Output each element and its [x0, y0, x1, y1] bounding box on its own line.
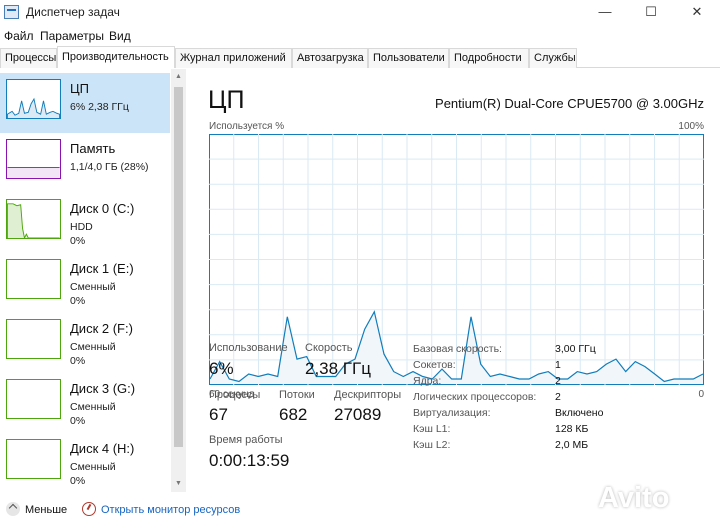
sidebar-item-label: Диск 3 (G:) — [70, 381, 136, 396]
task-manager-icon — [4, 5, 19, 19]
handles-value: 27089 — [334, 405, 382, 424]
minimize-button[interactable]: — — [582, 0, 628, 26]
disk-thumbnail-graph — [6, 379, 61, 419]
graph-utilization-label: Используется % — [209, 121, 285, 132]
menu-file[interactable]: Файл — [4, 29, 34, 43]
sidebar-item-detail: Сменный — [70, 341, 116, 353]
threads-value: 682 — [279, 405, 308, 424]
base-speed-value: 3,00 ГГц — [555, 343, 596, 355]
maximize-button[interactable]: ☐ — [628, 0, 674, 26]
uptime-label: Время работы — [209, 434, 283, 446]
cores-key: Ядра: — [413, 375, 442, 387]
menu-bar: Файл Параметры Вид — [0, 26, 720, 46]
cpu-thumbnail-graph — [6, 79, 61, 119]
processes-label: Процессы — [209, 389, 261, 401]
base-speed-key: Базовая скорость: — [413, 343, 502, 355]
sidebar-item-disk-3[interactable]: Диск 3 (G:) Сменный 0% — [0, 373, 170, 433]
resource-monitor-icon[interactable] — [82, 502, 96, 516]
fewer-details-button[interactable]: Меньше — [25, 504, 67, 516]
tab-users[interactable]: Пользователи — [368, 48, 449, 68]
tab-bar: Процессы Производительность Журнал прило… — [0, 46, 720, 68]
graph-min-label: 0 — [698, 389, 704, 400]
logical-processors-value: 2 — [555, 391, 561, 403]
sidebar-item-label: Диск 1 (E:) — [70, 261, 134, 276]
disk-thumbnail-graph — [6, 259, 61, 299]
sidebar-item-label: Диск 2 (F:) — [70, 321, 133, 336]
sidebar-item-detail: 0% — [70, 355, 86, 367]
utilization-value: 6% — [209, 359, 234, 378]
sidebar-item-disk-2[interactable]: Диск 2 (F:) Сменный 0% — [0, 313, 170, 373]
open-resource-monitor-link[interactable]: Открыть монитор ресурсов — [101, 504, 240, 516]
sidebar-item-disk-0[interactable]: Диск 0 (C:) HDD 0% — [0, 193, 170, 253]
close-button[interactable]: ✕ — [674, 0, 720, 26]
sidebar-item-label: Память — [70, 141, 116, 156]
sidebar-item-cpu[interactable]: ЦП 6% 2,38 ГГц — [0, 73, 170, 133]
sidebar-item-detail: 0% — [70, 295, 86, 307]
logical-processors-key: Логических процессоров: — [413, 391, 537, 403]
sidebar-item-detail: Сменный — [70, 401, 116, 413]
disk-thumbnail-graph — [6, 439, 61, 479]
l1-cache-key: Кэш L1: — [413, 423, 451, 435]
window-title: Диспетчер задач — [26, 5, 120, 19]
tab-details[interactable]: Подробности — [449, 48, 529, 68]
scrollbar-thumb[interactable] — [174, 87, 183, 447]
processes-value: 67 — [209, 405, 228, 424]
handles-label: Дескрипторы — [334, 389, 402, 401]
tab-performance[interactable]: Производительность — [57, 46, 175, 68]
sidebar-scrollbar[interactable]: ▲ ▼ — [171, 69, 186, 492]
l2-cache-value: 2,0 МБ — [555, 439, 589, 451]
l2-cache-key: Кэш L2: — [413, 439, 451, 451]
memory-thumbnail-graph — [6, 139, 61, 179]
cpu-model-name: Pentium(R) Dual-Core CPUE5700 @ 3.00GHz — [435, 96, 704, 111]
virtualization-value: Включено — [555, 407, 604, 419]
sidebar-item-label: Диск 4 (H:) — [70, 441, 135, 456]
sidebar-item-detail: HDD — [70, 221, 93, 233]
page-title: ЦП — [208, 86, 245, 114]
resource-sidebar: ЦП 6% 2,38 ГГц Память 1,1/4,0 ГБ (28%) Д… — [0, 69, 186, 492]
virtualization-key: Виртуализация: — [413, 407, 491, 419]
cores-value: 2 — [555, 375, 561, 387]
sidebar-item-detail: Сменный — [70, 461, 116, 473]
graph-max-label: 100% — [678, 121, 704, 132]
sidebar-item-detail: 0% — [70, 475, 86, 487]
sidebar-item-memory[interactable]: Память 1,1/4,0 ГБ (28%) — [0, 133, 170, 193]
disk-thumbnail-graph — [6, 199, 61, 239]
sidebar-item-disk-4[interactable]: Диск 4 (H:) Сменный 0% — [0, 433, 170, 493]
disk-thumbnail-graph — [6, 319, 61, 359]
scroll-down-arrow-icon[interactable]: ▼ — [171, 476, 186, 492]
cpu-panel: ЦП Pentium(R) Dual-Core CPUE5700 @ 3.00G… — [187, 69, 720, 492]
scroll-up-arrow-icon[interactable]: ▲ — [171, 69, 186, 85]
avito-watermark: Avito — [598, 482, 670, 514]
sidebar-item-detail: 0% — [70, 415, 86, 427]
sidebar-item-disk-1[interactable]: Диск 1 (E:) Сменный 0% — [0, 253, 170, 313]
sidebar-item-label: Диск 0 (C:) — [70, 201, 135, 216]
sidebar-item-detail: Сменный — [70, 281, 116, 293]
tab-processes[interactable]: Процессы — [0, 48, 57, 68]
speed-label: Скорость — [305, 342, 353, 354]
uptime-value: 0:00:13:59 — [209, 451, 290, 470]
speed-value: 2,38 ГГц — [305, 359, 371, 378]
menu-view[interactable]: Вид — [109, 29, 131, 43]
utilization-label: Использование — [209, 342, 288, 354]
threads-label: Потоки — [279, 389, 315, 401]
sockets-value: 1 — [555, 359, 561, 371]
tab-app-history[interactable]: Журнал приложений — [175, 48, 292, 68]
sockets-key: Сокетов: — [413, 359, 456, 371]
l1-cache-value: 128 КБ — [555, 423, 589, 435]
chevron-up-icon[interactable] — [6, 502, 20, 516]
title-bar: Диспетчер задач — ☐ ✕ — [0, 0, 720, 26]
sidebar-item-label: ЦП — [70, 81, 89, 96]
menu-options[interactable]: Параметры — [40, 29, 104, 43]
sidebar-item-detail: 0% — [70, 235, 86, 247]
sidebar-item-detail: 1,1/4,0 ГБ (28%) — [70, 161, 149, 173]
tab-services[interactable]: Службы — [529, 48, 577, 68]
sidebar-item-detail: 6% 2,38 ГГц — [70, 101, 129, 113]
tab-startup[interactable]: Автозагрузка — [292, 48, 368, 68]
